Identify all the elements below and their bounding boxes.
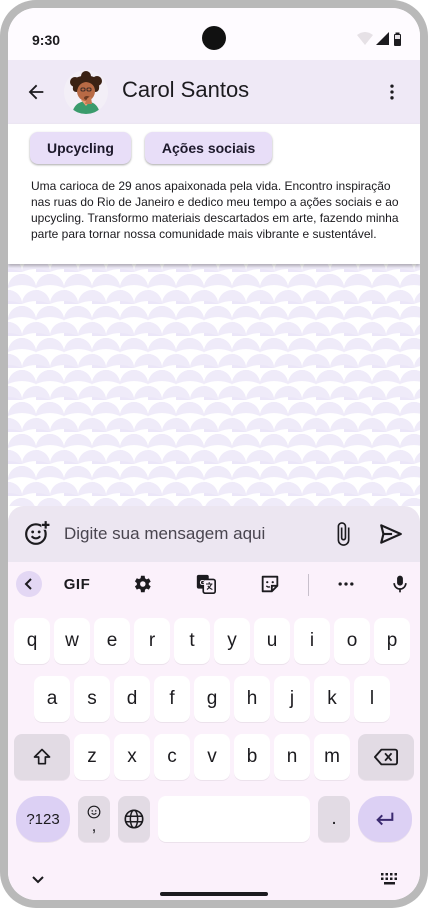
comma-label: , — [91, 816, 97, 835]
status-bar: 9:30 — [8, 8, 420, 60]
contact-name[interactable]: Carol Santos — [122, 77, 249, 103]
key-o[interactable]: o — [334, 618, 370, 664]
device-frame: 9:30 Carol Santos Upcycling Ações sociai… — [0, 0, 428, 908]
message-input[interactable] — [60, 520, 320, 548]
key-v[interactable]: v — [194, 734, 230, 780]
wifi-icon — [357, 32, 373, 45]
more-horiz-icon — [338, 582, 354, 586]
gif-button[interactable]: GIF — [62, 570, 92, 598]
key-h[interactable]: h — [234, 676, 270, 722]
key-x[interactable]: x — [114, 734, 150, 780]
status-time: 9:30 — [32, 32, 61, 48]
enter-key[interactable] — [358, 796, 412, 842]
status-icons — [357, 32, 401, 46]
tag-chip-acoes-sociais[interactable]: Ações sociais — [144, 132, 273, 164]
sticker-button[interactable] — [257, 570, 283, 598]
key-q[interactable]: q — [14, 618, 50, 664]
tag-chips: Upcycling Ações sociais — [30, 132, 273, 164]
message-composer — [8, 506, 420, 562]
signal-icon — [376, 32, 389, 45]
key-y[interactable]: y — [214, 618, 250, 664]
key-l[interactable]: l — [354, 676, 390, 722]
language-key[interactable] — [118, 796, 150, 842]
tag-chip-upcycling[interactable]: Upcycling — [30, 132, 131, 164]
attach-file-icon[interactable] — [330, 520, 356, 548]
key-s[interactable]: s — [74, 676, 110, 722]
globe-icon — [124, 809, 144, 829]
key-r[interactable]: r — [134, 618, 170, 664]
more-vert-icon — [390, 84, 394, 100]
svg-text:G: G — [200, 578, 206, 587]
symbols-key[interactable]: ?123 — [16, 796, 70, 842]
key-f[interactable]: f — [154, 676, 190, 722]
period-key[interactable]: . — [318, 796, 350, 842]
keyboard-switch-icon[interactable] — [380, 872, 400, 886]
more-tools-button[interactable] — [333, 570, 359, 598]
translate-icon: G — [196, 574, 216, 594]
key-n[interactable]: n — [274, 734, 310, 780]
key-k[interactable]: k — [314, 676, 350, 722]
key-p[interactable]: p — [374, 618, 410, 664]
avatar[interactable] — [64, 70, 108, 114]
backspace-icon — [374, 748, 398, 766]
key-b[interactable]: b — [234, 734, 270, 780]
camera-cutout — [202, 26, 226, 50]
key-z[interactable]: z — [74, 734, 110, 780]
back-button[interactable] — [20, 76, 52, 108]
microphone-icon — [393, 575, 407, 593]
settings-button[interactable] — [129, 570, 155, 598]
chevron-left-icon — [24, 578, 32, 590]
key-i[interactable]: i — [294, 618, 330, 664]
key-c[interactable]: c — [154, 734, 190, 780]
toolbar-divider — [308, 574, 309, 596]
collapse-toolbar-button[interactable] — [16, 571, 42, 597]
key-e[interactable]: e — [94, 618, 130, 664]
key-j[interactable]: j — [274, 676, 310, 722]
avatar-illustration — [64, 70, 108, 114]
send-icon[interactable] — [378, 520, 404, 548]
translate-button[interactable]: G — [193, 570, 219, 598]
arrow-back-icon — [28, 84, 44, 100]
shift-key[interactable] — [14, 734, 70, 780]
add-emoji-icon[interactable] — [24, 520, 50, 546]
chat-header: Carol Santos — [8, 60, 420, 124]
keyboard-toolbar: GIF G — [8, 562, 420, 606]
key-m[interactable]: m — [314, 734, 350, 780]
profile-card: Upcycling Ações sociais Uma carioca de 2… — [8, 124, 420, 264]
key-u[interactable]: u — [254, 618, 290, 664]
chat-wallpaper — [8, 264, 420, 506]
more-options-button[interactable] — [378, 78, 406, 106]
key-a[interactable]: a — [34, 676, 70, 722]
voice-input-button[interactable] — [387, 570, 413, 598]
profile-bio: Uma carioca de 29 anos apaixonada pela v… — [31, 179, 399, 241]
space-key[interactable] — [158, 796, 310, 842]
home-indicator[interactable] — [160, 892, 268, 896]
hide-keyboard-icon[interactable] — [30, 874, 46, 886]
sticker-icon — [261, 575, 279, 593]
key-d[interactable]: d — [114, 676, 150, 722]
scallop-pattern — [8, 264, 420, 506]
shift-icon — [33, 748, 51, 765]
key-w[interactable]: w — [54, 618, 90, 664]
backspace-key[interactable] — [358, 734, 414, 780]
emoji-comma-key[interactable]: , — [78, 796, 110, 842]
phone-screen: 9:30 Carol Santos Upcycling Ações sociai… — [8, 8, 420, 900]
key-t[interactable]: t — [174, 618, 210, 664]
gear-icon — [134, 575, 151, 593]
key-g[interactable]: g — [194, 676, 230, 722]
enter-icon — [376, 812, 394, 826]
soft-keyboard: GIF G q w e r t y u i o p a s d f g h j … — [8, 562, 420, 900]
